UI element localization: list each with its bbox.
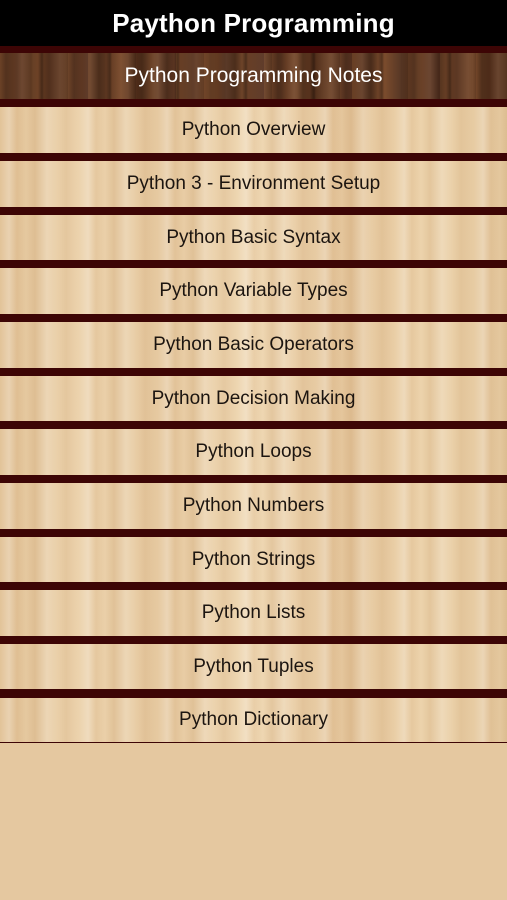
app-title: Paython Programming xyxy=(112,7,395,38)
menu-item-label: Python Tuples xyxy=(193,655,314,677)
divider xyxy=(0,207,507,215)
app-title-bar: Paython Programming xyxy=(0,0,507,46)
menu-item-loops[interactable]: Python Loops xyxy=(0,429,507,475)
menu-item-label: Python Decision Making xyxy=(151,387,356,409)
divider xyxy=(0,475,507,483)
menu-item-basic-syntax[interactable]: Python Basic Syntax xyxy=(0,215,507,260)
menu-item-dictionary[interactable]: Python Dictionary xyxy=(0,698,507,742)
notes-header-label: Python Programming Notes xyxy=(124,64,383,87)
menu-item-strings[interactable]: Python Strings xyxy=(0,537,507,582)
menu-item-label: Python Variable Types xyxy=(159,280,348,301)
menu-item-label: Python Lists xyxy=(201,602,306,623)
divider xyxy=(0,529,507,537)
divider xyxy=(0,260,507,268)
menu-item-label: Python Basic Syntax xyxy=(166,226,341,248)
notes-header-banner[interactable]: Python Programming Notes xyxy=(0,53,507,99)
divider xyxy=(0,46,507,53)
menu-item-label: Python Overview xyxy=(181,119,326,140)
divider xyxy=(0,99,507,107)
menu-item-label: Python Basic Operators xyxy=(153,334,354,355)
menu-item-tuples[interactable]: Python Tuples xyxy=(0,644,507,689)
menu-item-label: Python 3 - Environment Setup xyxy=(126,173,381,194)
menu-item-decision-making[interactable]: Python Decision Making xyxy=(0,376,507,421)
menu-item-label: Python Numbers xyxy=(182,495,325,516)
divider xyxy=(0,582,507,590)
menu-item-environment-setup[interactable]: Python 3 - Environment Setup xyxy=(0,161,507,207)
menu-item-numbers[interactable]: Python Numbers xyxy=(0,483,507,529)
empty-background-area xyxy=(0,743,507,900)
divider xyxy=(0,368,507,376)
menu-item-python-overview[interactable]: Python Overview xyxy=(0,107,507,153)
menu-item-basic-operators[interactable]: Python Basic Operators xyxy=(0,322,507,368)
menu-item-label: Python Strings xyxy=(191,548,316,570)
divider xyxy=(0,689,507,698)
divider xyxy=(0,153,507,161)
menu-item-lists[interactable]: Python Lists xyxy=(0,590,507,636)
divider xyxy=(0,314,507,322)
menu-item-label: Python Dictionary xyxy=(179,709,328,730)
divider xyxy=(0,636,507,644)
menu-item-variable-types[interactable]: Python Variable Types xyxy=(0,268,507,314)
divider xyxy=(0,421,507,429)
menu-item-label: Python Loops xyxy=(195,441,312,462)
